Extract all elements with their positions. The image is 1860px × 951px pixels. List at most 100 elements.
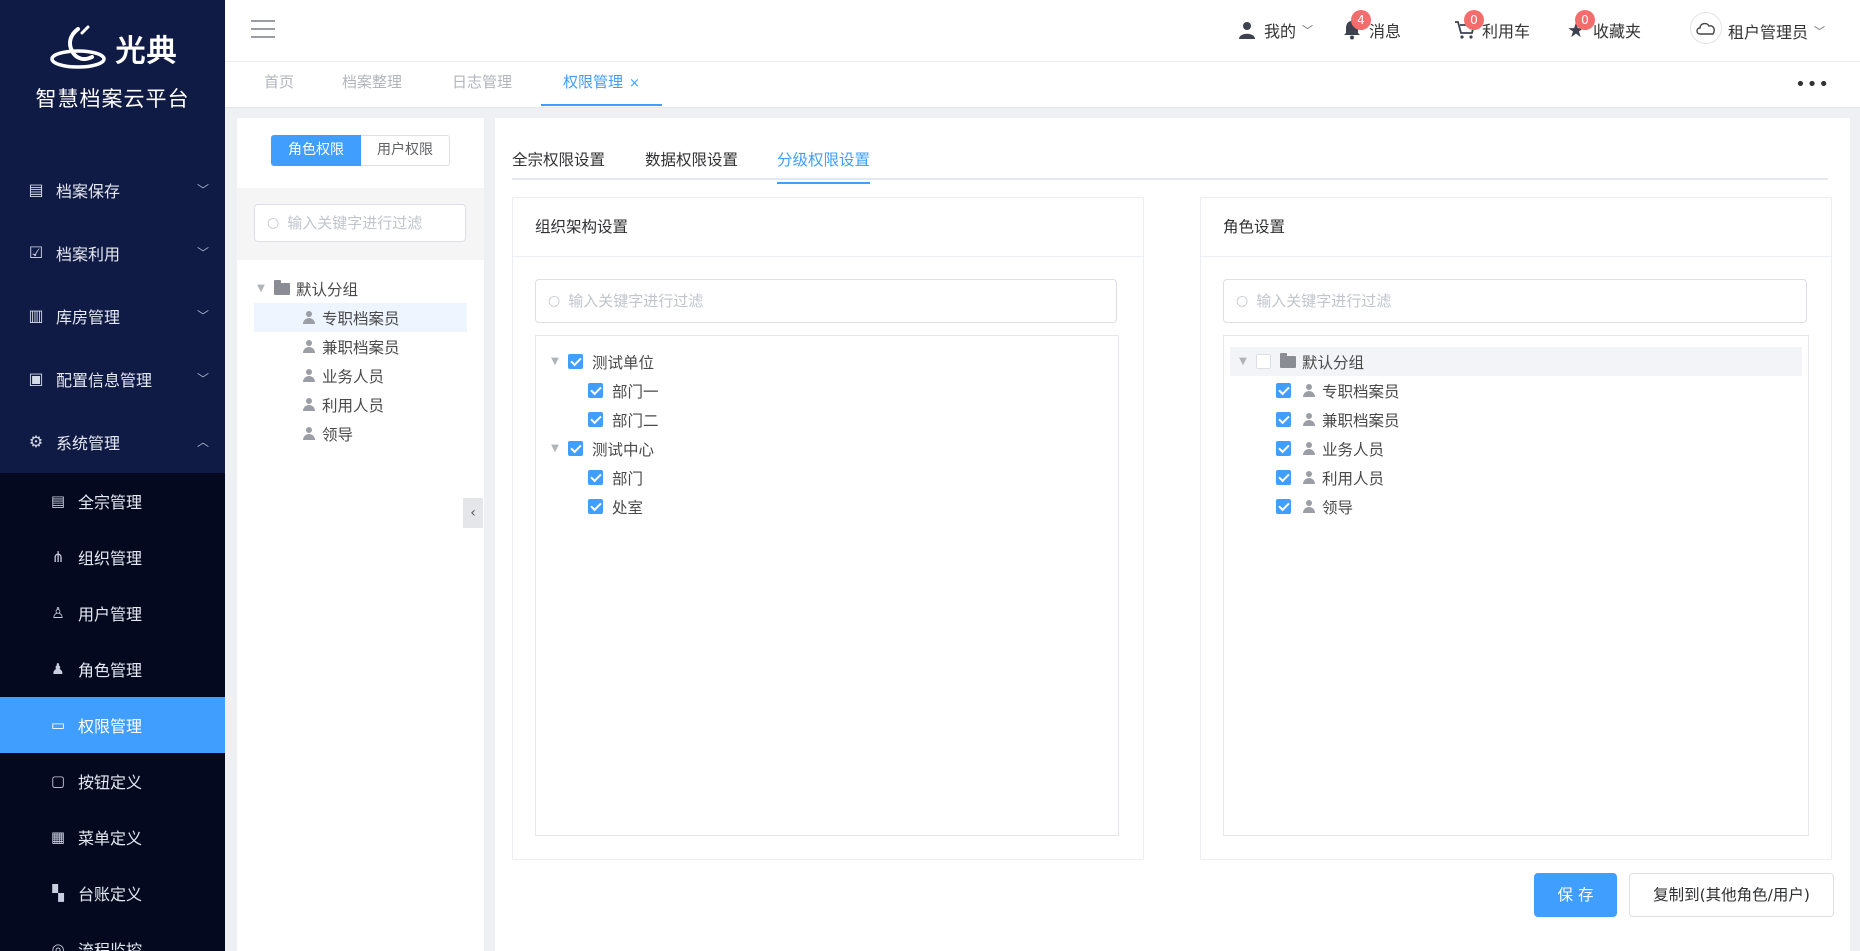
- tab-label: 权限管理: [563, 73, 624, 91]
- submenu-org[interactable]: ⋔ 组织管理: [0, 529, 225, 585]
- menu-config[interactable]: ▣ 配置信息管理 ﹀: [0, 347, 225, 410]
- org-node[interactable]: 部门一: [548, 376, 659, 405]
- menu-archive-use[interactable]: ☑ 档案利用 ﹀: [0, 221, 225, 284]
- submenu-label: 流程监控: [78, 941, 143, 951]
- system-submenu: ▤ 全宗管理 ⋔ 组织管理 ♙ 用户管理 ♟ 角色管理 ▭ 权限管理 ▢ 按钮定…: [0, 473, 225, 951]
- tab-data-permission[interactable]: 数据权限设置: [645, 148, 738, 182]
- chevron-down-icon: ﹀: [197, 309, 210, 323]
- caret-down-icon[interactable]: ▼: [548, 356, 562, 367]
- org-node[interactable]: ▼ 测试中心: [548, 434, 659, 463]
- platform-title: 智慧档案云平台: [35, 87, 190, 111]
- menu-system[interactable]: ⚙ 系统管理 ︿: [0, 410, 225, 473]
- role-node[interactable]: 领导: [1230, 492, 1802, 521]
- org-node[interactable]: ▼ 测试单位: [548, 347, 659, 376]
- submenu-fonds[interactable]: ▤ 全宗管理: [0, 473, 225, 529]
- checkbox-checked[interactable]: [1276, 499, 1291, 514]
- submenu-menus[interactable]: ▦ 菜单定义: [0, 809, 225, 865]
- role-settings-card: 角色设置 ○ ▼ 默认分组 专职档案员: [1200, 197, 1832, 860]
- settings-tabs: 全宗权限设置 数据权限设置 分级权限设置: [512, 118, 1828, 184]
- favorites-button[interactable]: ★ 0 收藏夹: [1565, 10, 1641, 42]
- tab-fonds-permission[interactable]: 全宗权限设置: [512, 148, 605, 182]
- submenu-users[interactable]: ♙ 用户管理: [0, 585, 225, 641]
- checkbox-checked[interactable]: [588, 499, 603, 514]
- checkbox-unchecked[interactable]: [1256, 354, 1271, 369]
- role-settings-filter-wrap: ○: [1223, 279, 1807, 323]
- checkbox-checked[interactable]: [1276, 383, 1291, 398]
- role-node[interactable]: 专职档案员: [1230, 376, 1802, 405]
- submenu-permissions[interactable]: ▭ 权限管理: [0, 697, 225, 753]
- role-node[interactable]: 兼职档案员: [1230, 405, 1802, 434]
- folder-icon: [274, 279, 290, 295]
- org-node[interactable]: 部门二: [548, 405, 659, 434]
- collapse-panel-button[interactable]: ‹: [463, 498, 483, 528]
- caret-down-icon[interactable]: ▼: [254, 283, 268, 294]
- person-icon: [1302, 412, 1316, 427]
- tree-item-label: 兼职档案员: [322, 338, 400, 357]
- tree-item-label: 专职档案员: [322, 309, 400, 328]
- submenu-roles[interactable]: ♟ 角色管理: [0, 641, 225, 697]
- bell-icon: 4: [1341, 10, 1371, 41]
- messages-badge: 4: [1351, 10, 1371, 30]
- permission-settings-panel: 全宗权限设置 数据权限设置 分级权限设置 组织架构设置 ○ ▼ 测试单位 部门一: [495, 118, 1850, 951]
- role-filter-input[interactable]: [287, 214, 465, 232]
- more-icon[interactable]: •••: [1795, 74, 1830, 95]
- tab-home[interactable]: 首页: [242, 62, 316, 106]
- checkbox-checked[interactable]: [588, 470, 603, 485]
- checkbox-checked[interactable]: [588, 412, 603, 427]
- chevron-down-icon: ﹀: [1814, 25, 1826, 38]
- checkbox-checked[interactable]: [568, 354, 583, 369]
- menu-archive-save[interactable]: ▤ 档案保存 ﹀: [0, 158, 225, 221]
- role-settings-filter-input[interactable]: [1256, 292, 1806, 310]
- role-settings-tree: ▼ 默认分组 专职档案员 兼职档案员 业务人员 利用人员 领导: [1230, 347, 1802, 521]
- menu-label: 档案保存: [56, 181, 121, 201]
- logo-icon: [49, 25, 106, 69]
- messages-label: 消息: [1369, 22, 1402, 41]
- tree-item-label: 利用人员: [322, 396, 385, 415]
- menu-label: 库房管理: [56, 307, 121, 327]
- tab-archive-organize[interactable]: 档案整理: [320, 62, 424, 106]
- org-filter-input[interactable]: [568, 292, 1116, 310]
- cart-button[interactable]: 0 利用车: [1454, 10, 1530, 42]
- caret-down-icon[interactable]: ▼: [1236, 356, 1250, 367]
- checkbox-checked[interactable]: [568, 441, 583, 456]
- org-filter-input-wrap: ○: [535, 279, 1117, 323]
- sidebar: 光典 智慧档案云平台 ▤ 档案保存 ﹀ ☑ 档案利用 ﹀ ▥ 库房管理 ﹀ ▣ …: [0, 0, 225, 951]
- checkbox-checked[interactable]: [1276, 412, 1291, 427]
- org-node[interactable]: 处室: [548, 492, 659, 521]
- checkbox-checked[interactable]: [1276, 441, 1291, 456]
- org-node-label: 测试单位: [592, 353, 655, 372]
- close-icon[interactable]: ×: [629, 76, 640, 91]
- menu-warehouse[interactable]: ▥ 库房管理 ﹀: [0, 284, 225, 347]
- folder-icon: [1280, 352, 1296, 368]
- role-node[interactable]: 业务人员: [1230, 434, 1802, 463]
- tree-item[interactable]: 业务人员: [254, 361, 467, 390]
- tab-permission-management[interactable]: 权限管理 ×: [541, 62, 662, 106]
- role-group-node[interactable]: ▼ 默认分组: [1230, 347, 1802, 376]
- tree-group[interactable]: ▼ 默认分组: [254, 274, 467, 303]
- checkbox-checked[interactable]: [588, 383, 603, 398]
- submenu-ledger[interactable]: ▚ 台账定义: [0, 865, 225, 921]
- role-node[interactable]: 利用人员: [1230, 463, 1802, 492]
- submenu-process-monitor[interactable]: ◎ 流程监控: [0, 921, 225, 951]
- submenu-buttons[interactable]: ▢ 按钮定义: [0, 753, 225, 809]
- user-dropdown[interactable]: 租户管理员 ﹀: [1690, 12, 1826, 44]
- checkbox-checked[interactable]: [1276, 470, 1291, 485]
- mine-dropdown[interactable]: 我的 ﹀: [1236, 18, 1313, 42]
- tab-log-management[interactable]: 日志管理: [430, 62, 534, 106]
- tree-item[interactable]: 专职档案员: [254, 303, 467, 332]
- archive-icon: ▤: [28, 180, 44, 199]
- org-node-label: 测试中心: [592, 440, 655, 459]
- user-permission-button[interactable]: 用户权限: [361, 135, 450, 166]
- role-permission-button[interactable]: 角色权限: [271, 135, 361, 166]
- tab-level-permission[interactable]: 分级权限设置: [777, 148, 871, 184]
- hamburger-menu-icon[interactable]: [251, 20, 275, 40]
- messages-button[interactable]: 4 消息: [1341, 10, 1402, 42]
- org-node[interactable]: 部门: [548, 463, 659, 492]
- save-button[interactable]: 保 存: [1534, 873, 1617, 917]
- tree-item[interactable]: 兼职档案员: [254, 332, 467, 361]
- caret-down-icon[interactable]: ▼: [548, 443, 562, 454]
- copy-to-button[interactable]: 复制到(其他角色/用户): [1629, 873, 1834, 917]
- clipboard-check-icon: ☑: [28, 243, 44, 262]
- tree-item[interactable]: 利用人员: [254, 390, 467, 419]
- tree-item[interactable]: 领导: [254, 419, 467, 448]
